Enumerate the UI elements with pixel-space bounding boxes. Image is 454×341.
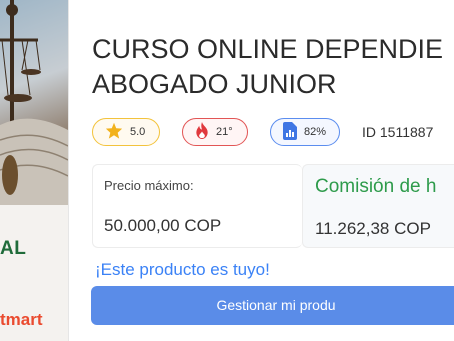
manage-product-button[interactable]: Gestionar mi produ bbox=[91, 286, 454, 325]
brand-logo-text: tmart bbox=[0, 310, 43, 329]
product-title-line-2: ABOGADO JUNIOR bbox=[92, 69, 337, 99]
score-badge: 82% bbox=[270, 118, 340, 146]
product-title[interactable]: CURSO ONLINE DEPENDIE ABOGADO JUNIOR bbox=[92, 32, 454, 102]
flame-icon bbox=[195, 122, 209, 142]
product-image-caption: AL bbox=[0, 238, 27, 259]
product-image[interactable]: AL tmart bbox=[0, 0, 68, 341]
product-id: ID 1511887 bbox=[362, 124, 434, 140]
temperature-value: 21° bbox=[216, 126, 233, 138]
rating-value: 5.0 bbox=[130, 126, 146, 138]
justice-scale-photo bbox=[0, 0, 68, 205]
max-price-label: Precio máximo: bbox=[104, 178, 194, 193]
commission-value: 11.262,38 COP bbox=[315, 219, 431, 238]
product-title-line-1: CURSO ONLINE DEPENDIE bbox=[92, 34, 444, 64]
max-price-value: 50.000,00 COP bbox=[104, 216, 222, 235]
owned-product-notice: ¡Este producto es tuyo! bbox=[95, 260, 270, 279]
rating-badge: 5.0 bbox=[92, 118, 160, 146]
chart-document-icon bbox=[283, 121, 297, 143]
commission-label: Comisión de h bbox=[315, 176, 437, 197]
temperature-badge: 21° bbox=[182, 118, 248, 146]
star-icon bbox=[105, 122, 123, 142]
image-divider bbox=[68, 0, 69, 341]
score-value: 82% bbox=[304, 126, 327, 138]
